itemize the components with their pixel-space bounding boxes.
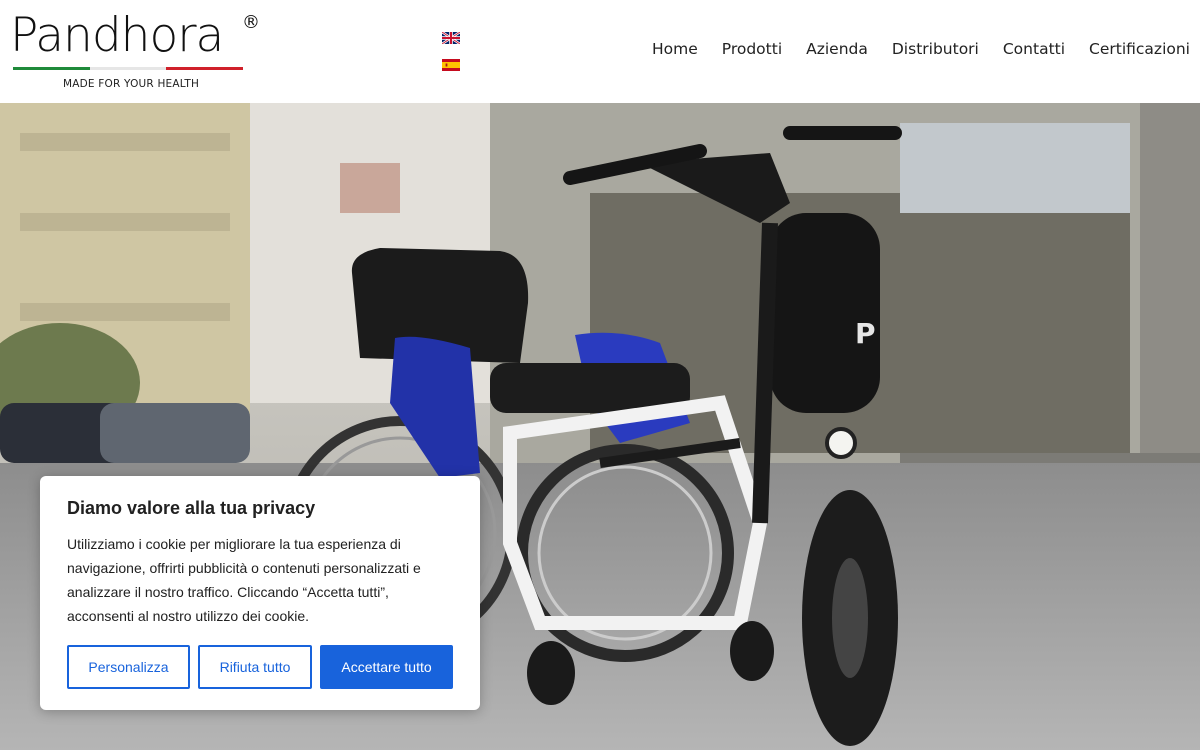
cookie-consent-banner: Diamo valore alla tua privacy Utilizziam… — [40, 476, 480, 710]
spain-flag-icon[interactable] — [442, 59, 460, 71]
nav-item-azienda[interactable]: Azienda — [806, 40, 868, 58]
italian-flag-stripe — [13, 67, 244, 70]
uk-flag-icon[interactable] — [442, 32, 460, 44]
reject-all-button[interactable]: Rifiuta tutto — [198, 645, 312, 689]
nav-item-certificazioni[interactable]: Certificazioni — [1089, 40, 1190, 58]
cookie-title: Diamo valore alla tua privacy — [67, 498, 316, 518]
main-nav: Home Prodotti Azienda Distributori Conta… — [652, 40, 1190, 58]
language-switcher — [442, 32, 462, 86]
logo-wordmark: Pandhora — [10, 8, 224, 63]
cookie-description: Utilizziamo i cookie per migliorare la t… — [67, 536, 421, 624]
customize-button[interactable]: Personalizza — [67, 645, 190, 689]
nav-item-distributori[interactable]: Distributori — [892, 40, 979, 58]
registered-mark: ® — [242, 12, 260, 33]
nav-item-contatti[interactable]: Contatti — [1003, 40, 1065, 58]
cookie-actions: Personalizza Rifiuta tutto Accettare tut… — [67, 645, 453, 689]
site-header: Pandhora ® MADE FOR YOUR HEALTH Home Pro… — [0, 0, 1200, 103]
logo-tagline: MADE FOR YOUR HEALTH — [63, 78, 200, 90]
device-logo-text: P — [855, 317, 876, 350]
brand-logo[interactable]: Pandhora ® MADE FOR YOUR HEALTH — [10, 10, 260, 92]
nav-item-prodotti[interactable]: Prodotti — [722, 40, 782, 58]
accept-all-button[interactable]: Accettare tutto — [320, 645, 453, 689]
nav-item-home[interactable]: Home — [652, 40, 698, 58]
